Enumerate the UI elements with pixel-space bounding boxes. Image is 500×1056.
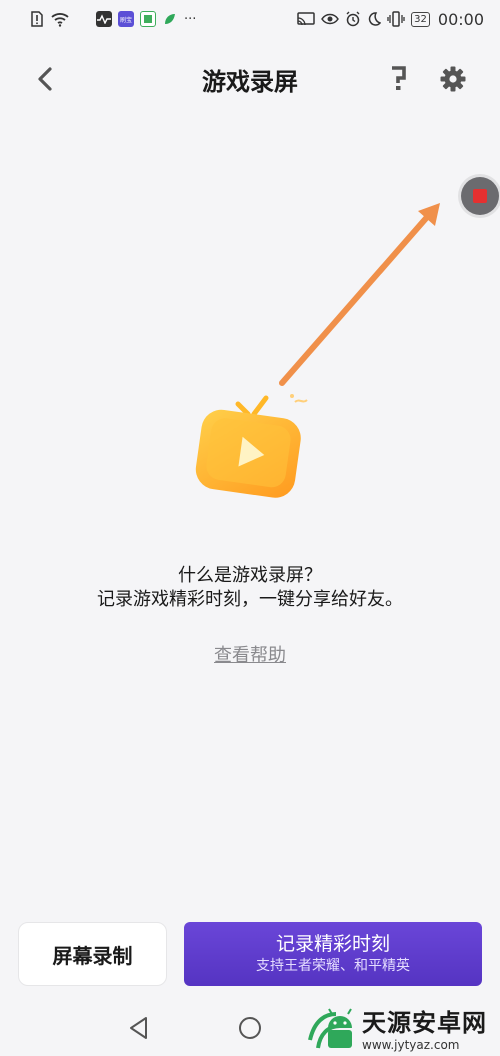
chevron-left-icon bbox=[38, 67, 52, 91]
nav-back-icon[interactable] bbox=[125, 1014, 153, 1042]
sim-alert-icon bbox=[30, 11, 44, 27]
screen-record-button[interactable]: 屏幕录制 bbox=[18, 922, 167, 986]
wifi-icon bbox=[50, 11, 70, 27]
stop-icon bbox=[473, 189, 487, 203]
leaf-app-icon bbox=[162, 11, 178, 27]
intro-title: 什么是游戏录屏？ bbox=[178, 565, 322, 586]
page-title: 游戏录屏 bbox=[202, 68, 298, 96]
gear-icon bbox=[440, 66, 466, 92]
video-tv-illustration bbox=[195, 394, 308, 498]
app-badge-icon: 刷宝 bbox=[118, 11, 134, 27]
status-left: 刷宝 ··· bbox=[30, 11, 196, 27]
eye-icon bbox=[321, 12, 340, 26]
help-button[interactable] bbox=[384, 64, 414, 94]
status-right: 32 00:00 bbox=[297, 10, 484, 29]
vibrate-icon bbox=[387, 11, 405, 27]
view-help-link[interactable]: 查看帮助 bbox=[0, 641, 500, 667]
battery-indicator: 32 bbox=[411, 11, 430, 27]
intro-description: 记录游戏精彩时刻，一键分享给好友。 bbox=[97, 589, 403, 610]
settings-button[interactable] bbox=[438, 64, 468, 94]
watermark-url: www.jytyaz.com bbox=[362, 1037, 460, 1052]
screen-record-label: 屏幕录制 bbox=[52, 943, 133, 968]
android-logo-icon bbox=[308, 1008, 352, 1049]
calendar-app-icon bbox=[140, 11, 156, 27]
moon-icon bbox=[367, 11, 382, 27]
clock: 00:00 bbox=[437, 9, 484, 29]
cast-icon bbox=[297, 12, 315, 26]
annotation-arrow bbox=[279, 203, 440, 386]
status-bar: 刷宝 ··· 32 00:00 bbox=[0, 0, 500, 38]
more-notifications-icon: ··· bbox=[184, 11, 197, 27]
nav-home-icon[interactable] bbox=[236, 1014, 264, 1042]
watermark-text: 天源安卓网 www.jytyaz.com bbox=[362, 1003, 487, 1052]
question-mark-icon bbox=[392, 66, 406, 90]
floating-record-button[interactable] bbox=[461, 177, 499, 215]
back-button[interactable] bbox=[30, 64, 60, 94]
record-highlight-button[interactable]: 记录精彩时刻 支持王者荣耀、和平精英 bbox=[184, 922, 482, 986]
record-highlight-label: 记录精彩时刻 bbox=[275, 933, 390, 955]
watermark: 天源安卓网 www.jytyaz.com bbox=[304, 998, 500, 1056]
record-highlight-subtitle: 支持王者荣耀、和平精英 bbox=[256, 958, 410, 974]
top-app-bar: 游戏录屏 bbox=[0, 50, 500, 108]
activity-app-icon bbox=[96, 11, 112, 27]
alarm-icon bbox=[345, 11, 361, 27]
watermark-title: 天源安卓网 bbox=[362, 1008, 487, 1037]
